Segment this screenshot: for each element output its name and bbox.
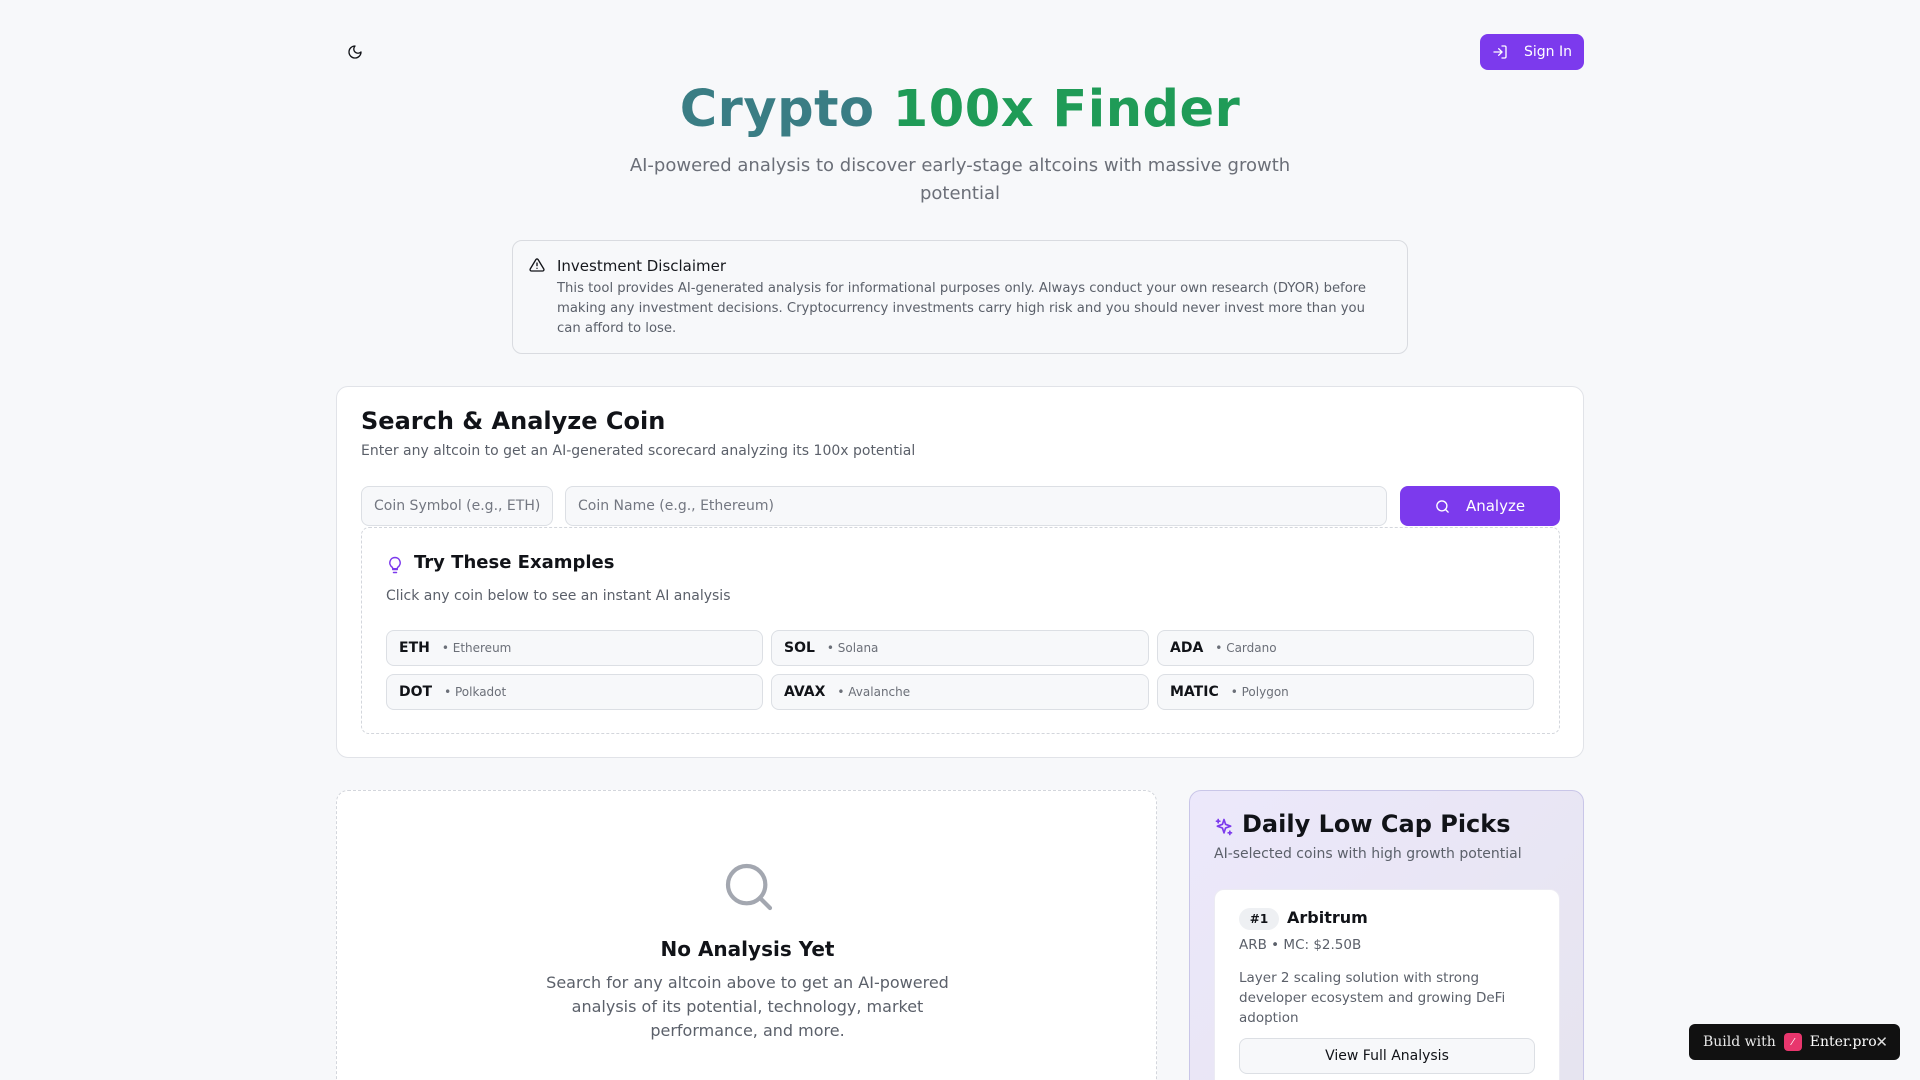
example-coin-sol[interactable]: SOL • Solana	[771, 630, 1149, 666]
badge-prefix: Build with	[1703, 1034, 1776, 1050]
badge-brand: Enter.pro	[1809, 1034, 1877, 1050]
build-with-badge[interactable]: Build with ⁄ Enter.pro ✕	[1689, 1024, 1900, 1060]
example-coin-eth[interactable]: ETH • Ethereum	[386, 630, 763, 666]
sparkles-icon	[1215, 818, 1233, 836]
coin-symbol: MATIC	[1170, 684, 1219, 700]
picks-title: Daily Low Cap Picks	[1242, 810, 1511, 838]
pick-card: #1 Arbitrum ARB • MC: $2.50B Layer 2 sca…	[1214, 889, 1560, 1080]
enter-logo-icon: ⁄	[1783, 1033, 1802, 1051]
warning-triangle-icon	[529, 258, 545, 272]
log-in-icon	[1493, 45, 1507, 59]
lightbulb-icon	[389, 556, 401, 574]
coin-name-input[interactable]	[565, 486, 1387, 526]
coin-name: • Cardano	[1215, 641, 1277, 655]
example-coin-avax[interactable]: AVAX • Avalanche	[771, 674, 1149, 710]
search-card-subtitle: Enter any altcoin to get an AI-generated…	[361, 443, 916, 459]
coin-name: • Avalanche	[837, 685, 911, 699]
coin-symbol-input[interactable]	[361, 486, 553, 526]
page-title: Crypto 100x Finder	[336, 80, 1584, 139]
examples-subtitle: Click any coin below to see an instant A…	[386, 588, 731, 604]
investment-disclaimer: Investment Disclaimer This tool provides…	[512, 240, 1408, 354]
disclaimer-title: Investment Disclaimer	[557, 257, 727, 275]
view-full-analysis-button[interactable]: View Full Analysis	[1239, 1038, 1535, 1074]
empty-state-title: No Analysis Yet	[660, 937, 835, 961]
example-coin-matic[interactable]: MATIC • Polygon	[1157, 674, 1534, 710]
search-icon	[725, 863, 773, 911]
pick-coin-description: Layer 2 scaling solution with strong dev…	[1239, 970, 1506, 1026]
coin-symbol: SOL	[784, 640, 815, 656]
theme-toggle-button[interactable]	[336, 36, 374, 68]
coin-name: • Ethereum	[441, 641, 512, 655]
coin-symbol: ADA	[1170, 640, 1204, 656]
close-icon[interactable]: ✕	[1875, 1033, 1888, 1051]
picks-subtitle: AI-selected coins with high growth poten…	[1214, 846, 1522, 862]
coin-name: • Polygon	[1230, 685, 1289, 699]
analyze-label: Analyze	[1465, 497, 1526, 515]
title-part-2: 100x Finder	[892, 80, 1241, 139]
disclaimer-text: This tool provides AI-generated analysis…	[557, 281, 1367, 336]
example-coins-grid: ETH • Ethereum SOL • Solana ADA • Cardan…	[386, 630, 1536, 710]
sign-in-label: Sign In	[1524, 44, 1572, 60]
coin-symbol: AVAX	[784, 684, 826, 700]
page: Sign In Crypto 100x Finder AI-powered an…	[0, 0, 1920, 1080]
analyze-button[interactable]: Analyze	[1400, 486, 1560, 526]
search-analyze-card: Search & Analyze Coin Enter any altcoin …	[336, 386, 1584, 758]
example-coin-ada[interactable]: ADA • Cardano	[1157, 630, 1534, 666]
page-subtitle: AI-powered analysis to discover early-st…	[629, 155, 1291, 204]
pick-coin-meta: ARB • MC: $2.50B	[1239, 937, 1362, 953]
coin-symbol: ETH	[399, 640, 430, 656]
example-coin-dot[interactable]: DOT • Polkadot	[386, 674, 763, 710]
coin-symbol: DOT	[399, 684, 433, 700]
search-card-title: Search & Analyze Coin	[361, 407, 666, 435]
examples-section: Try These Examples Click any coin below …	[361, 527, 1560, 734]
pick-coin-name: Arbitrum	[1287, 908, 1368, 927]
examples-title: Try These Examples	[414, 552, 615, 573]
daily-picks-panel: Daily Low Cap Picks AI-selected coins wi…	[1189, 790, 1584, 1080]
title-part-1: Crypto	[679, 80, 875, 139]
moon-icon	[348, 45, 362, 59]
coin-name: • Polkadot	[444, 685, 507, 699]
coin-name: • Solana	[826, 641, 879, 655]
search-icon	[1436, 499, 1449, 513]
no-analysis-panel: No Analysis Yet Search for any altcoin a…	[336, 790, 1157, 1080]
pick-rank-badge: #1	[1239, 908, 1279, 930]
sign-in-button[interactable]: Sign In	[1480, 34, 1584, 70]
empty-state-text: Search for any altcoin above to get an A…	[546, 973, 949, 1040]
